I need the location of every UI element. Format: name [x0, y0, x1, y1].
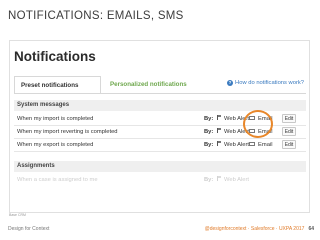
flag-icon [217, 115, 222, 120]
edit-button[interactable]: Edit [282, 140, 296, 149]
row-label: When my export is completed [17, 142, 94, 148]
flag-icon [217, 128, 222, 133]
by-label: By: [204, 116, 214, 122]
screenshot: Notifications Preset notifications Perso… [9, 40, 310, 213]
flag-icon [217, 176, 222, 181]
footer-right: @designforcontext · Salesforce · UXPA 20… [205, 226, 314, 232]
row-label: When my import is completed [17, 116, 94, 122]
email-label: Email [258, 142, 273, 148]
by-label: By: [204, 129, 214, 135]
image-attribution: Base CRM [9, 213, 26, 217]
flag-icon [217, 141, 222, 146]
row-label: When a case is assigned to me [17, 177, 98, 183]
section-system-messages: System messages [14, 100, 306, 111]
footer-credit: @designforcontext · Salesforce · UXPA 20… [204, 226, 305, 232]
help-link-label: How do notifications work? [235, 80, 304, 86]
question-circle-icon: ? [227, 80, 234, 86]
page-title: Notifications [14, 49, 96, 64]
notifications-panel: Notifications Preset notifications Perso… [9, 40, 310, 213]
notification-row: When my export is completed By: Web Aler… [14, 139, 306, 152]
email-highlight-circle [243, 110, 273, 138]
notification-row-faded: When a case is assigned to me By: Web Al… [14, 174, 306, 187]
web-alert-label: Web Alert [224, 142, 250, 148]
tab-divider [14, 93, 306, 94]
footer-left: Design for Context [8, 226, 50, 232]
section-assignments: Assignments [14, 161, 306, 172]
tab-bar: Preset notifications Personalized notifi… [14, 76, 306, 94]
tab-preset-notifications[interactable]: Preset notifications [14, 76, 101, 93]
tab-personalized-notifications[interactable]: Personalized notifications [104, 76, 214, 93]
by-label: By: [204, 142, 214, 148]
row-label: When my import reverting is completed [17, 129, 118, 135]
help-link[interactable]: ? How do notifications work? [227, 80, 304, 86]
edit-button[interactable]: Edit [282, 127, 296, 136]
web-alert-label: Web Alert [224, 177, 250, 183]
mail-icon [249, 142, 255, 146]
page-number: 64 [308, 226, 314, 232]
edit-button[interactable]: Edit [282, 114, 296, 123]
slide-title: NOTIFICATIONS: EMAILS, SMS [8, 10, 184, 22]
by-label: By: [204, 177, 214, 183]
